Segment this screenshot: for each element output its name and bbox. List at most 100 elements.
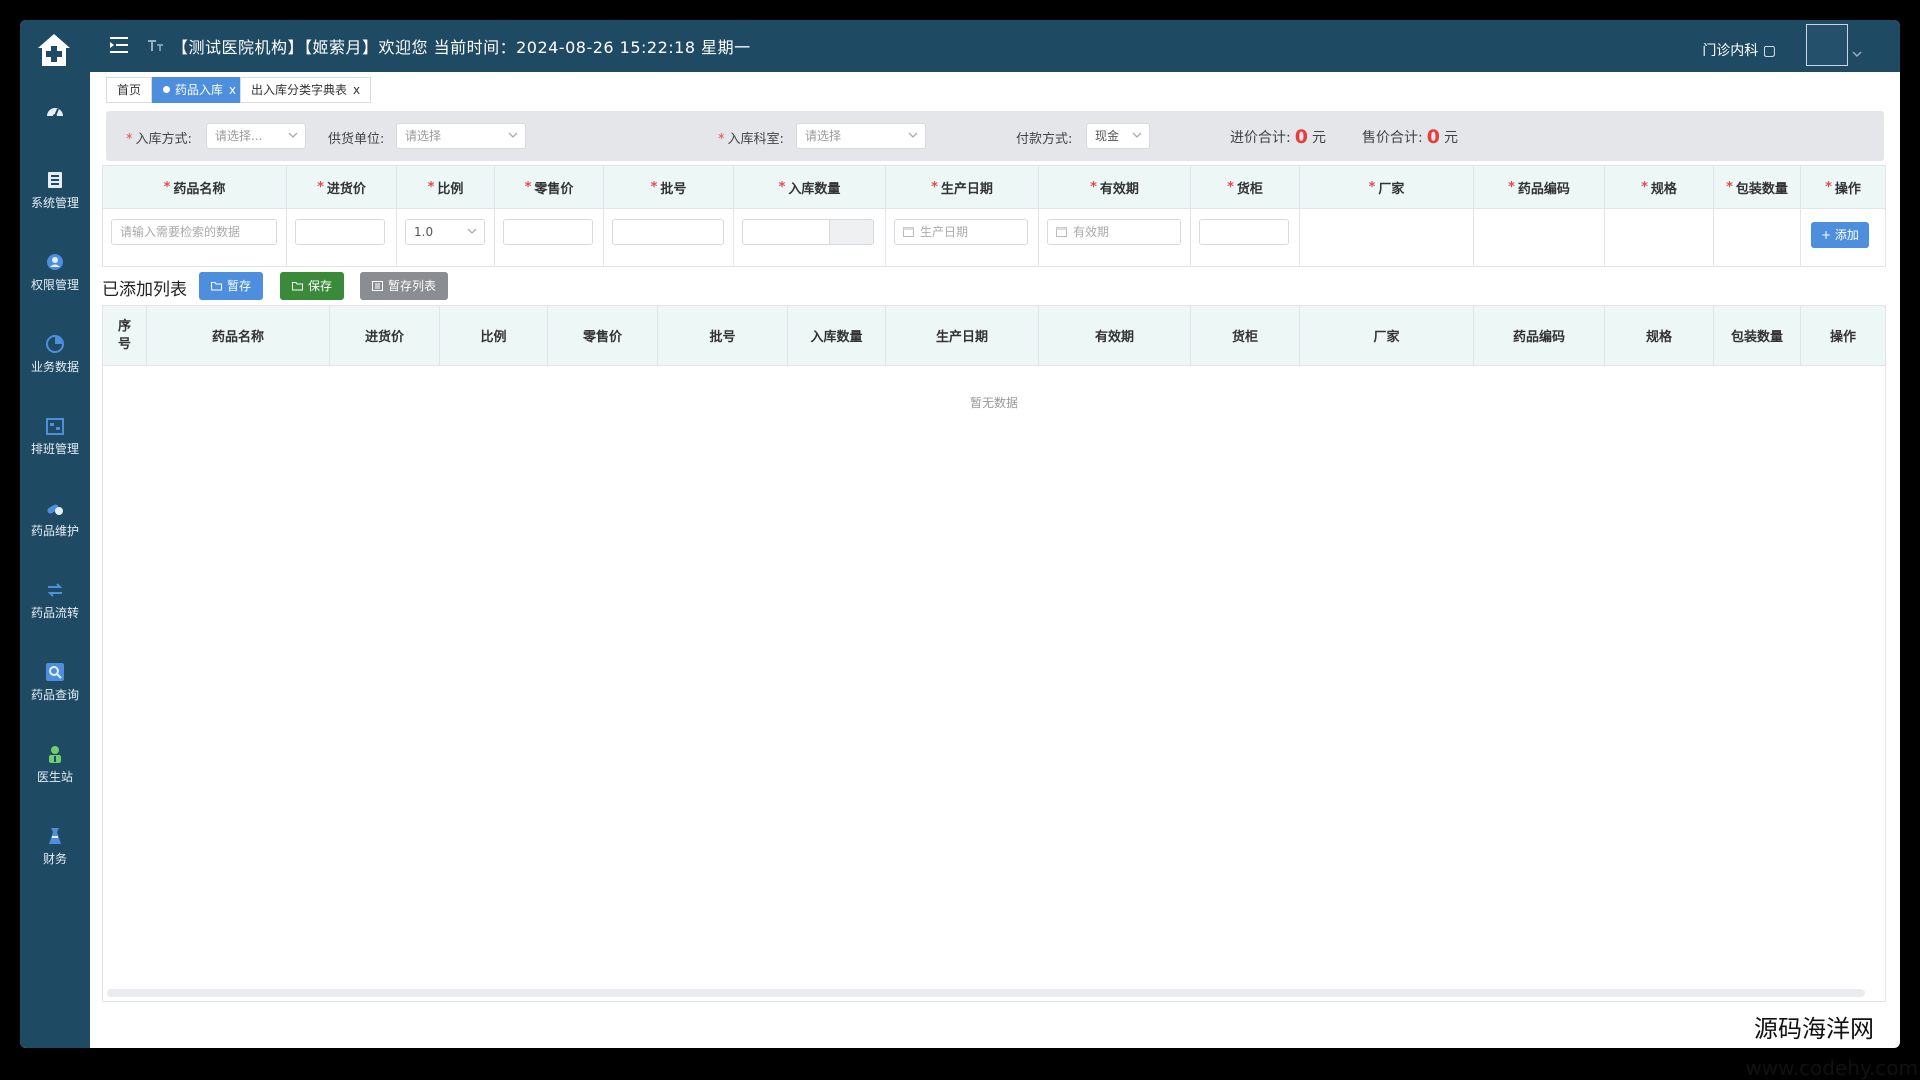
ratio-select[interactable]: 1.0	[405, 219, 485, 245]
sidebar-item-label: 药品查询	[20, 688, 90, 702]
top-header: 【测试医院机构】【姬萦月】欢迎您 当前时间：2024-08-26 15:22:1…	[90, 20, 1900, 72]
close-icon[interactable]: x	[229, 83, 236, 97]
added-list-table: 序号 药品名称 进货价 比例 零售价 批号 入库数量 生产日期 有效期 货柜 厂…	[102, 305, 1886, 1002]
temp-list-button[interactable]: 暂存列表	[360, 272, 448, 300]
permission-icon	[45, 252, 65, 272]
horizontal-scrollbar[interactable]	[107, 989, 1865, 997]
expiry-date-picker[interactable]: 有效期	[1047, 219, 1181, 245]
watermark: 源码海洋网	[1750, 1009, 1878, 1044]
col-header: *操作	[1801, 166, 1885, 208]
cabinet-input[interactable]	[1199, 219, 1289, 245]
drug-transfer-icon	[45, 580, 65, 600]
drug-maintain-icon	[45, 498, 65, 518]
sidebar-item-label: 医生站	[20, 770, 90, 784]
sidebar-item-finance[interactable]: 财务	[20, 826, 90, 866]
tab-drug-inbound[interactable]: 药品入库x	[152, 77, 247, 103]
home-logo-icon[interactable]	[36, 32, 72, 68]
col-header: 序号	[103, 306, 147, 365]
drug-input-table: *药品名称 *进货价 *比例 *零售价 *批号 *入库数量 *生产日期 *有效期…	[102, 165, 1886, 267]
sidebar-item-label: 系统管理	[20, 196, 90, 210]
batch-number-input[interactable]	[612, 219, 724, 245]
unit-addon	[829, 220, 873, 244]
col-header: 批号	[658, 306, 788, 365]
production-date-picker[interactable]: 生产日期	[894, 219, 1028, 245]
col-header: *零售价	[495, 166, 604, 208]
sidebar-item-label: 排班管理	[20, 442, 90, 456]
sidebar-item-permission[interactable]: 权限管理	[20, 252, 90, 292]
added-list-title: 已添加列表	[102, 275, 187, 300]
filter-bar: *入库方式: 请选择... 供货单位: 请选择 *入库科室: 请选择 付款方式:…	[106, 111, 1884, 161]
payment-select[interactable]: 现金	[1086, 123, 1150, 149]
cell: 生产日期	[886, 209, 1039, 266]
col-header: *药品编码	[1474, 166, 1605, 208]
calendar-icon	[903, 226, 914, 237]
chevron-down-icon	[467, 227, 477, 235]
tab-label: 出入库分类字典表	[251, 83, 347, 97]
doctor-station-icon	[45, 744, 65, 764]
department-selector[interactable]: 门诊内科 ▢	[1702, 40, 1776, 60]
payment-label: 付款方式:	[1016, 128, 1072, 147]
save-button[interactable]: 保存	[280, 272, 344, 300]
system-icon	[45, 170, 65, 190]
sidebar-item-drug-query[interactable]: 药品查询	[20, 662, 90, 702]
col-header: 药品编码	[1474, 306, 1605, 365]
tab-label: 首页	[117, 83, 141, 97]
chevron-down-icon	[508, 131, 518, 139]
quantity-input[interactable]	[742, 219, 874, 245]
cell	[734, 209, 886, 266]
sidebar-item-label: 权限管理	[20, 278, 90, 292]
add-button[interactable]: + 添加	[1811, 222, 1869, 248]
col-header: *厂家	[1300, 166, 1474, 208]
folder-icon	[211, 281, 222, 291]
temp-save-button[interactable]: 暂存	[199, 272, 263, 300]
chevron-down-icon	[288, 131, 298, 139]
schedule-icon	[45, 416, 65, 436]
cell	[604, 209, 734, 266]
dashboard-icon[interactable]	[45, 102, 65, 122]
dept-select[interactable]: 请选择	[796, 123, 926, 149]
sale-total: 售价合计:0元	[1362, 126, 1458, 148]
supplier-select[interactable]: 请选择	[396, 123, 526, 149]
sidebar-item-business[interactable]: 业务数据	[20, 334, 90, 374]
added-table-header: 序号 药品名称 进货价 比例 零售价 批号 入库数量 生产日期 有效期 货柜 厂…	[103, 306, 1885, 366]
business-data-icon	[45, 334, 65, 354]
input-row: 请输入需要检索的数据 1.0	[103, 209, 1885, 266]
folder-icon	[292, 281, 303, 291]
col-header: *生产日期	[886, 166, 1039, 208]
sidebar-item-schedule[interactable]: 排班管理	[20, 416, 90, 456]
sidebar-item-drug-maintain[interactable]: 药品维护	[20, 498, 90, 538]
col-header: 入库数量	[788, 306, 886, 365]
cell: + 添加	[1801, 209, 1885, 266]
retail-price-input[interactable]	[503, 219, 593, 245]
tab-inout-category[interactable]: 出入库分类字典表 x	[240, 77, 371, 103]
sidebar: 系统管理 权限管理 业务数据 排班管理 药品维护 药品流转 药品查询 医生站	[20, 20, 90, 1048]
spec-cell	[1605, 209, 1714, 266]
sidebar-item-drug-transfer[interactable]: 药品流转	[20, 580, 90, 620]
package-qty-cell	[1714, 209, 1801, 266]
col-header: 规格	[1605, 306, 1714, 365]
col-header: *货柜	[1191, 166, 1300, 208]
tab-home[interactable]: 首页	[106, 77, 152, 103]
col-header: *批号	[604, 166, 734, 208]
sidebar-item-system[interactable]: 系统管理	[20, 170, 90, 210]
menu-toggle-icon[interactable]	[108, 34, 130, 56]
font-size-icon[interactable]	[146, 36, 164, 54]
purchase-total: 进价合计:0元	[1230, 126, 1326, 148]
drug-name-input[interactable]: 请输入需要检索的数据	[111, 219, 277, 245]
purchase-price-input[interactable]	[295, 219, 385, 245]
col-header: *进货价	[287, 166, 397, 208]
sidebar-item-label: 财务	[20, 852, 90, 866]
watermark-url: www.codehy.com	[1745, 1056, 1918, 1080]
drug-query-icon	[45, 662, 65, 682]
avatar[interactable]	[1806, 24, 1848, 66]
col-header: 有效期	[1039, 306, 1191, 365]
cell: 1.0	[397, 209, 495, 266]
col-header: 货柜	[1191, 306, 1300, 365]
sidebar-item-doctor-station[interactable]: 医生站	[20, 744, 90, 784]
chevron-down-icon[interactable]	[1852, 50, 1862, 58]
col-header: *有效期	[1039, 166, 1191, 208]
inbound-method-select[interactable]: 请选择...	[206, 123, 306, 149]
cell: 有效期	[1039, 209, 1191, 266]
close-icon[interactable]: x	[353, 83, 360, 97]
chevron-down-icon	[908, 131, 918, 139]
